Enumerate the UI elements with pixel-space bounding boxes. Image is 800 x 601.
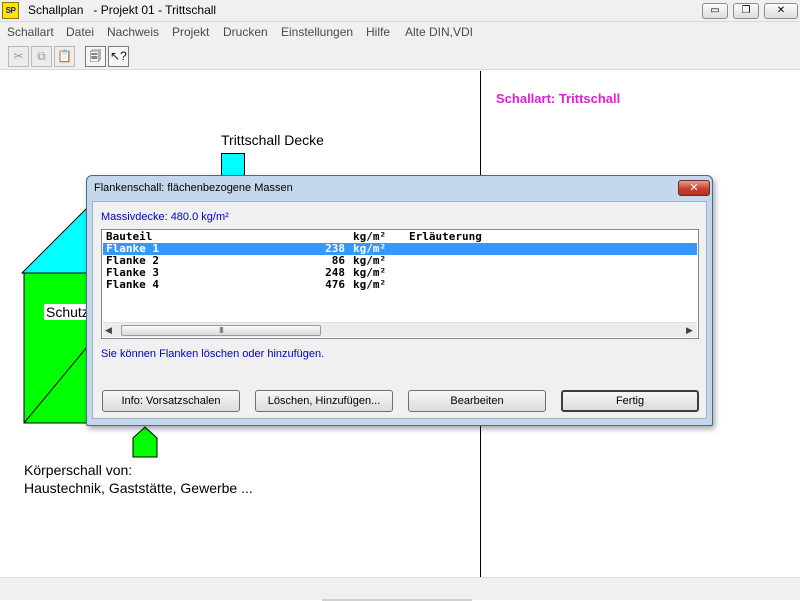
hint-text: Sie können Flanken löschen oder hinzufüg… — [101, 348, 325, 360]
menu-alte-din-vdi[interactable]: Alte DIN,VDI — [405, 25, 473, 39]
toolbar: ✂ ⧉ 📋 🗐 ↖? — [0, 42, 800, 70]
close-button[interactable]: ✕ — [764, 3, 798, 19]
menu-bar: Schallart Datei Nachweis Projekt Drucken… — [0, 22, 800, 42]
flanke-name: Flanke 4 — [106, 278, 159, 291]
minimize-button[interactable]: ▭ — [702, 3, 728, 19]
menu-nachweis[interactable]: Nachweis — [107, 25, 159, 39]
koerperschall-label: Körperschall von: — [24, 462, 133, 478]
scroll-thumb[interactable]: III — [121, 325, 321, 336]
fertig-button[interactable]: Fertig — [561, 390, 699, 412]
schallart-label: Schallart: Trittschall — [496, 91, 621, 106]
menu-datei[interactable]: Datei — [66, 25, 94, 39]
menu-einstellungen[interactable]: Einstellungen — [281, 25, 353, 39]
flanken-list[interactable]: Bauteil kg/m² Erläuterung Flanke 1 238 k… — [101, 229, 699, 339]
status-bar — [0, 577, 800, 601]
loeschen-hinzufuegen-button[interactable]: Löschen, Hinzufügen... — [255, 390, 393, 412]
info-vorsatzschalen-button[interactable]: Info: Vorsatzschalen — [102, 390, 240, 412]
scissors-icon[interactable]: ✂ — [8, 46, 29, 67]
ceiling-impact-marker — [221, 153, 245, 176]
paste-icon[interactable]: 📋 — [54, 46, 75, 67]
structure-borne-source-marker — [132, 426, 158, 458]
header-erlaeuterung: Erläuterung — [409, 230, 482, 243]
menu-schallart[interactable]: Schallart — [7, 25, 54, 39]
maximize-button[interactable]: ❐ — [733, 3, 759, 19]
dialog-body: Massivdecke: 480.0 kg/m² Bauteil kg/m² E… — [92, 201, 707, 419]
list-header-row: Bauteil kg/m² Erläuterung — [103, 231, 697, 243]
massivdecke-label: Massivdecke: 480.0 kg/m² — [101, 211, 229, 223]
scroll-right-icon[interactable]: ▶ — [686, 325, 693, 336]
flanke-mass: 476 — [325, 278, 345, 291]
window-title: Schallplan - Projekt 01 - Trittschall — [28, 3, 217, 17]
flanke-unit: kg/m² — [353, 278, 387, 291]
title-bar: SP Schallplan - Projekt 01 - Trittschall… — [0, 0, 800, 22]
protected-room-label: Schutz — [44, 304, 91, 320]
menu-drucken[interactable]: Drucken — [223, 25, 268, 39]
copy-icon[interactable]: ⧉ — [31, 46, 52, 67]
dialog-close-button[interactable]: ✕ — [678, 180, 710, 196]
dialog-title: Flankenschall: flächenbezogene Massen — [94, 182, 293, 194]
menu-hilfe[interactable]: Hilfe — [366, 25, 390, 39]
list-item[interactable]: Flanke 4 476 kg/m² — [103, 279, 697, 291]
scroll-left-icon[interactable]: ◀ — [105, 325, 112, 336]
flankenschall-dialog: Flankenschall: flächenbezogene Massen ✕ … — [86, 175, 713, 426]
bearbeiten-button[interactable]: Bearbeiten — [408, 390, 546, 412]
list-item[interactable]: Flanke 1 238 kg/m² — [103, 243, 697, 255]
app-icon: SP — [2, 2, 19, 19]
menu-projekt[interactable]: Projekt — [172, 25, 209, 39]
horizontal-scrollbar[interactable]: ◀ III ▶ — [103, 322, 697, 337]
help-pointer-icon[interactable]: ↖? — [108, 46, 129, 67]
koerperschall-sources: Haustechnik, Gaststätte, Gewerbe ... — [24, 480, 253, 496]
list-item[interactable]: Flanke 3 248 kg/m² — [103, 267, 697, 279]
list-item[interactable]: Flanke 2 86 kg/m² — [103, 255, 697, 267]
properties-icon[interactable]: 🗐 — [85, 46, 106, 67]
ceiling-label: Trittschall Decke — [221, 132, 324, 148]
